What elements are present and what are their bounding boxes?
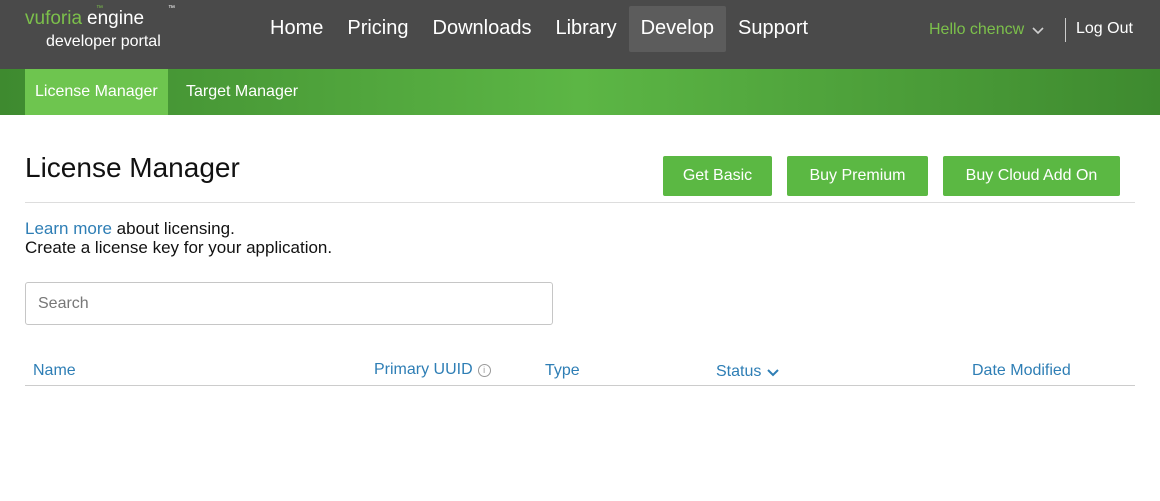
get-basic-button[interactable]: Get Basic	[663, 156, 772, 196]
tab-license-manager[interactable]: License Manager	[25, 69, 168, 115]
nav-develop[interactable]: Develop	[628, 6, 726, 52]
nav-support[interactable]: Support	[726, 6, 820, 52]
column-header-status[interactable]: Status	[716, 362, 780, 382]
main-nav: Home Pricing Downloads Library Develop S…	[258, 6, 820, 52]
nav-library[interactable]: Library	[543, 6, 628, 52]
page-title: License Manager	[25, 152, 240, 183]
logo-subtitle: developer portal	[46, 33, 161, 50]
user-menu[interactable]: Hello chencw	[929, 20, 1044, 40]
learn-more-line: Learn more about licensing.	[25, 219, 332, 238]
nav-home[interactable]: Home	[258, 6, 335, 52]
nav-pricing[interactable]: Pricing	[335, 6, 420, 52]
column-header-date-modified[interactable]: Date Modified	[972, 362, 1071, 380]
logo-brand: vuforia	[25, 8, 83, 29]
title-divider	[25, 202, 1135, 203]
column-header-type[interactable]: Type	[545, 362, 580, 380]
sub-navbar: License Manager Target Manager	[0, 69, 1160, 115]
chevron-down-icon	[767, 364, 780, 382]
buy-cloud-add-on-button[interactable]: Buy Cloud Add On	[943, 156, 1120, 196]
vuforia-logo[interactable]: vuforia engine ™ ™ developer portal	[25, 5, 185, 58]
column-uuid-label: Primary UUID	[374, 361, 473, 378]
intro-text: Learn more about licensing. Create a lic…	[25, 219, 332, 257]
search-input[interactable]	[25, 282, 553, 325]
buy-premium-button[interactable]: Buy Premium	[787, 156, 928, 196]
column-status-label: Status	[716, 363, 762, 380]
logout-link[interactable]: Log Out	[1076, 20, 1133, 38]
header-divider	[1065, 18, 1066, 42]
logo-trademark: ™	[96, 5, 103, 12]
column-header-name[interactable]: Name	[33, 362, 76, 380]
logo-wordmark: vuforia engine	[25, 8, 144, 30]
tab-target-manager[interactable]: Target Manager	[176, 69, 308, 115]
table-header-divider	[25, 385, 1135, 386]
column-name-label: Name	[33, 362, 76, 379]
learn-more-rest: about licensing.	[111, 219, 235, 238]
top-navbar: vuforia engine ™ ™ developer portal Home …	[0, 0, 1160, 69]
nav-downloads[interactable]: Downloads	[421, 6, 544, 52]
column-type-label: Type	[545, 362, 580, 379]
learn-more-link[interactable]: Learn more	[25, 219, 112, 238]
chevron-down-icon	[1032, 22, 1044, 40]
column-header-primary-uuid[interactable]: Primary UUID i	[374, 361, 491, 379]
column-date-label: Date Modified	[972, 362, 1071, 379]
info-icon[interactable]: i	[477, 363, 491, 377]
create-license-text: Create a license key for your applicatio…	[25, 238, 333, 257]
logo-product-trademark: ™	[168, 5, 175, 12]
user-greeting: Hello chencw	[929, 21, 1025, 38]
